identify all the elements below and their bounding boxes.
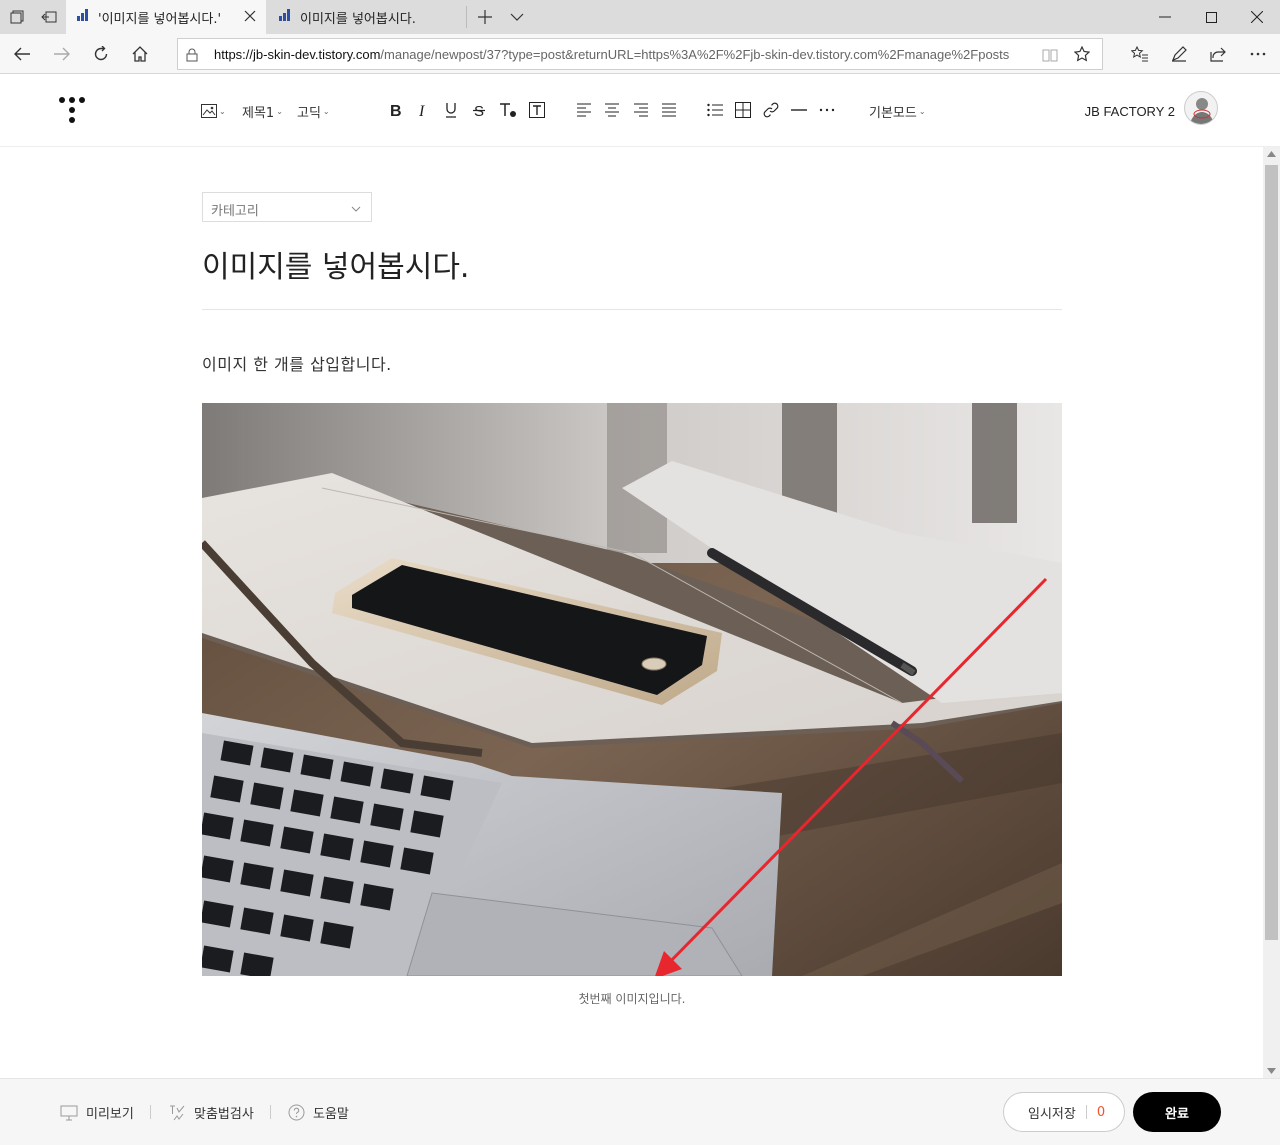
scrollbar-thumb[interactable] xyxy=(1265,165,1278,940)
publish-button[interactable]: 완료 xyxy=(1133,1092,1221,1132)
editor-content: 카테고리 이미지를 넣어봅시다. 이미지 한 개를 삽입합니다. 첫번째 이미지… xyxy=(0,147,1263,1078)
blog-name[interactable]: JB FACTORY 2 xyxy=(1085,104,1175,119)
browser-tab-bar: '이미지를 넣어봅시다.' 이미지를 넣어봅시다. xyxy=(0,0,1280,34)
back-icon[interactable] xyxy=(2,34,42,74)
tab-editor[interactable]: '이미지를 넣어봅시다.' xyxy=(66,0,266,34)
editor-footer: 미리보기 맞춤법검사 도움말 임시저장 0 완료 xyxy=(0,1078,1280,1145)
reading-view-icon[interactable] xyxy=(1042,47,1058,66)
minimize-icon[interactable] xyxy=(1142,0,1188,34)
help-label: 도움말 xyxy=(313,1107,349,1122)
favorites-list-icon[interactable] xyxy=(1120,34,1160,74)
editor-toolbar: ⌄ 제목1 ⌄ 고딕 ⌄ B I S 기본모드 ⌄ JB FACTORY 2 xyxy=(0,75,1280,147)
more-options-icon[interactable] xyxy=(1238,34,1278,74)
page-scrollbar[interactable] xyxy=(1263,147,1280,1078)
temp-save-divider xyxy=(1085,1105,1087,1119)
category-placeholder: 카테고리 xyxy=(211,204,259,219)
scroll-down-icon[interactable] xyxy=(1267,1068,1276,1074)
spellcheck-icon xyxy=(170,1105,185,1120)
chevron-down-icon: ⌄ xyxy=(276,106,283,116)
underline-icon[interactable] xyxy=(441,100,461,120)
chevron-down-icon: ⌄ xyxy=(918,106,926,116)
home-icon[interactable] xyxy=(120,34,160,74)
favorite-star-icon[interactable] xyxy=(1073,45,1091,66)
browser-nav-bar: https://jb-skin-dev.tistory.com/manage/n… xyxy=(0,34,1280,74)
spellcheck-button[interactable]: 맞춤법검사 xyxy=(168,1103,254,1122)
chevron-down-icon: ⌄ xyxy=(219,106,226,116)
close-tab-icon[interactable] xyxy=(244,10,256,26)
align-justify-icon[interactable] xyxy=(659,100,679,120)
tab-list-chevron-icon[interactable] xyxy=(500,0,534,34)
chevron-down-icon xyxy=(351,201,361,216)
refresh-icon[interactable] xyxy=(81,34,121,74)
category-select[interactable]: 카테고리 xyxy=(202,192,372,222)
table-icon[interactable] xyxy=(733,100,753,120)
bullet-list-icon[interactable] xyxy=(705,100,725,120)
temp-save-button[interactable]: 임시저장 0 xyxy=(1003,1092,1125,1132)
footer-separator xyxy=(270,1105,271,1119)
footer-separator xyxy=(150,1105,151,1119)
strikethrough-icon[interactable]: S xyxy=(469,100,489,120)
scroll-up-icon[interactable] xyxy=(1267,151,1276,157)
tab-label: 이미지를 넣어봅시다. xyxy=(300,11,416,27)
share-icon[interactable] xyxy=(1198,34,1238,74)
align-right-icon[interactable] xyxy=(631,100,651,120)
maximize-icon[interactable] xyxy=(1188,0,1234,34)
temp-save-count[interactable]: 0 xyxy=(1097,1105,1105,1120)
bold-icon[interactable]: B xyxy=(386,100,406,120)
lock-icon[interactable] xyxy=(186,47,198,66)
tab-groups-icon[interactable] xyxy=(0,0,34,34)
pen-notes-icon[interactable] xyxy=(1159,34,1199,74)
tistory-favicon-icon xyxy=(278,8,292,26)
tistory-logo-icon[interactable] xyxy=(58,97,86,127)
title-divider xyxy=(202,309,1062,310)
svg-text:B: B xyxy=(390,103,402,118)
tab-blog[interactable]: 이미지를 넣어봅시다. xyxy=(268,0,466,34)
align-center-icon[interactable] xyxy=(602,100,622,120)
image-caption[interactable]: 첫번째 이미지입니다. xyxy=(202,990,1062,1007)
heading-dropdown[interactable]: 제목1 ⌄ xyxy=(242,101,283,121)
horizontal-line-icon[interactable] xyxy=(789,100,809,120)
url-host: https://jb-skin-dev.tistory.com xyxy=(214,47,381,62)
svg-text:I: I xyxy=(418,103,425,118)
help-icon xyxy=(288,1104,305,1121)
editor-mode-dropdown[interactable]: 기본모드 ⌄ xyxy=(869,101,926,121)
align-left-icon[interactable] xyxy=(574,100,594,120)
chevron-down-icon: ⌄ xyxy=(322,106,330,116)
font-label: 고딕 xyxy=(297,105,321,121)
link-icon[interactable] xyxy=(761,100,781,120)
heading-label: 제목1 xyxy=(242,105,275,121)
editor-mode-label: 기본모드 xyxy=(869,105,917,121)
set-aside-tabs-icon[interactable] xyxy=(32,0,66,34)
tab-label: '이미지를 넣어봅시다.' xyxy=(98,11,222,27)
text-color-icon[interactable] xyxy=(498,100,518,120)
inserted-image[interactable] xyxy=(202,403,1062,976)
close-window-icon[interactable] xyxy=(1234,0,1280,34)
font-dropdown[interactable]: 고딕 ⌄ xyxy=(297,101,330,121)
help-button[interactable]: 도움말 xyxy=(288,1103,349,1122)
italic-icon[interactable]: I xyxy=(413,100,433,120)
url-path: /manage/newpost/37?type=post&returnURL=h… xyxy=(380,47,1010,62)
post-title-input[interactable]: 이미지를 넣어봅시다. xyxy=(202,242,469,286)
temp-save-label: 임시저장 xyxy=(1028,1106,1076,1122)
insert-image-button[interactable]: ⌄ xyxy=(201,101,226,121)
avatar[interactable] xyxy=(1184,91,1218,125)
text-background-icon[interactable] xyxy=(527,100,547,120)
post-body-paragraph[interactable]: 이미지 한 개를 삽입합니다. xyxy=(202,351,392,375)
monitor-icon xyxy=(60,1105,78,1120)
address-bar[interactable]: https://jb-skin-dev.tistory.com/manage/n… xyxy=(177,38,1103,70)
more-tools-icon[interactable] xyxy=(817,100,837,120)
url-text[interactable]: https://jb-skin-dev.tistory.com/manage/n… xyxy=(214,47,1009,62)
forward-icon[interactable] xyxy=(42,34,82,74)
preview-label: 미리보기 xyxy=(86,1107,134,1122)
tab-separator xyxy=(466,6,467,28)
spellcheck-label: 맞춤법검사 xyxy=(194,1107,254,1122)
new-tab-icon[interactable] xyxy=(468,0,502,34)
image-icon xyxy=(201,104,217,118)
preview-button[interactable]: 미리보기 xyxy=(60,1103,134,1122)
tistory-favicon-icon xyxy=(76,8,90,26)
